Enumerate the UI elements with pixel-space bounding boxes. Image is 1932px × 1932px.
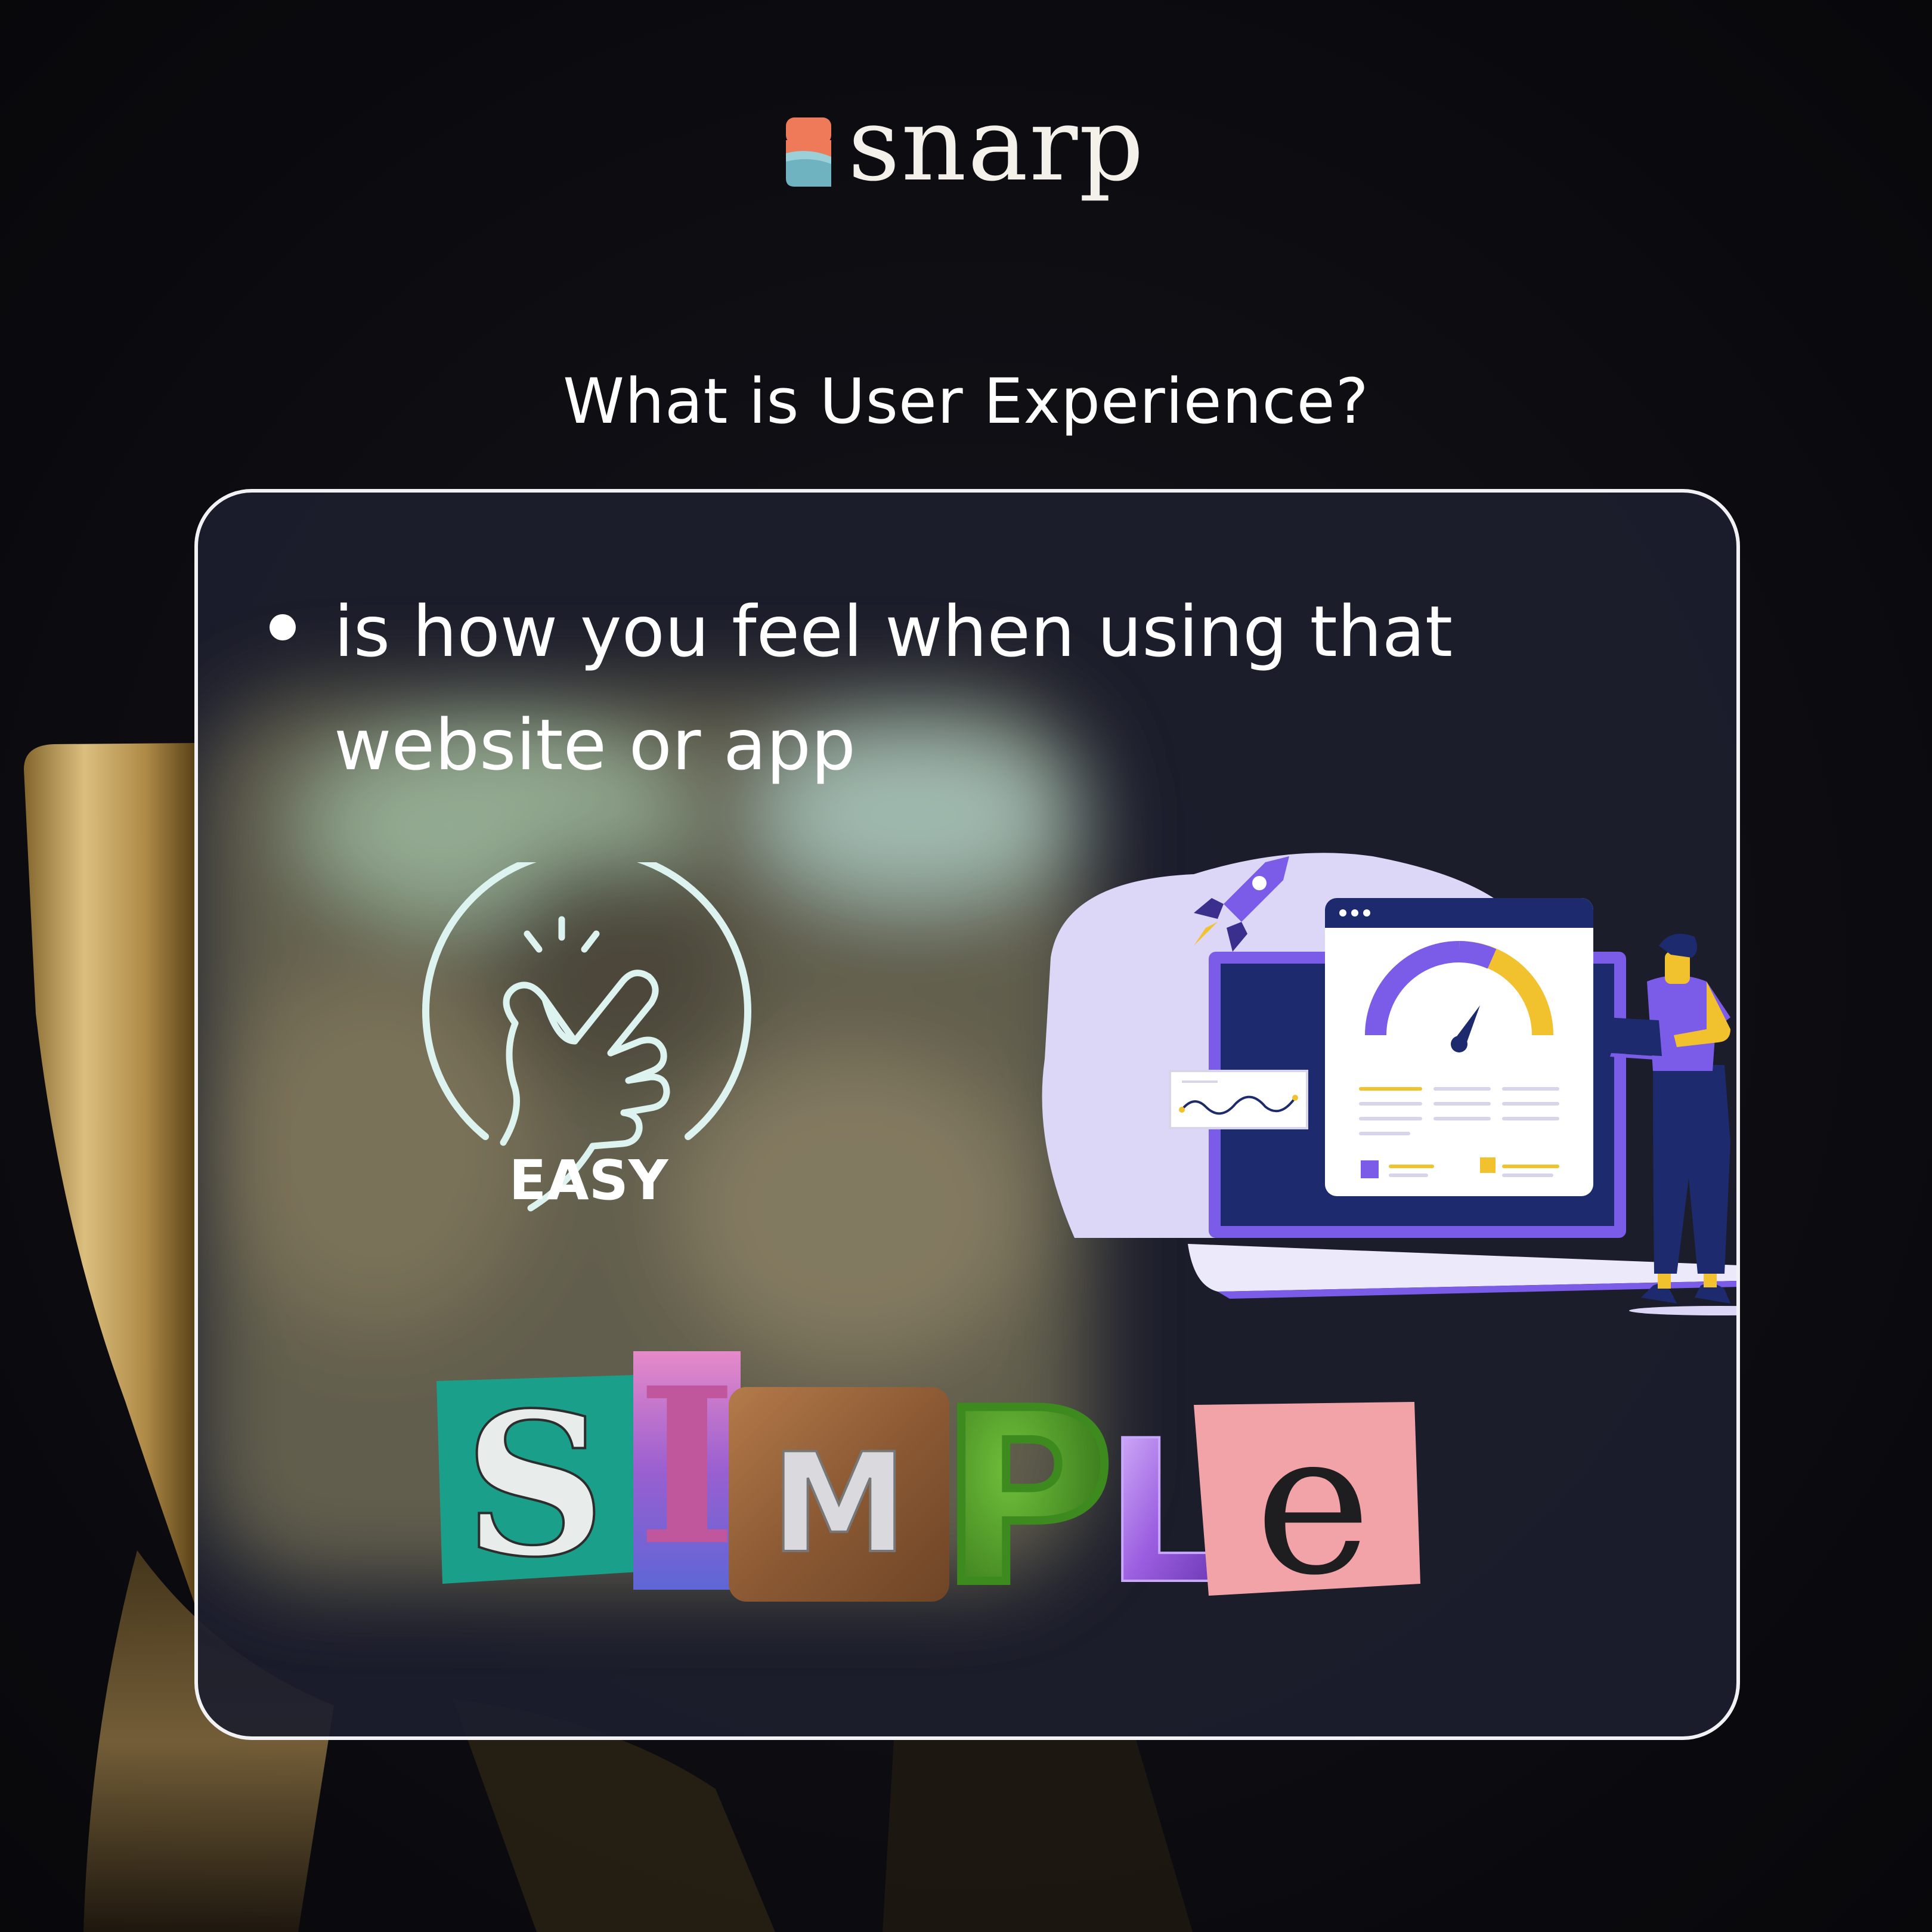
page-title: What is User Experience? <box>563 365 1369 438</box>
word-art-letter-m: M <box>771 1425 908 1584</box>
word-art-letter-s: S <box>464 1369 606 1600</box>
bullet-text: is how you feel when using that website … <box>334 590 1453 786</box>
brand-logo: snarp <box>786 94 1145 203</box>
easy-badge-label: EASY <box>509 1148 668 1212</box>
content-card: is how you feel when using that website … <box>194 489 1740 1740</box>
letter-i-tile: I <box>633 1345 741 1593</box>
letter-p-fur: P <box>935 1356 1118 1608</box>
letter-m-tile: M <box>729 1387 949 1602</box>
word-art-letter-i: I <box>637 1345 737 1593</box>
letter-s-tile: S <box>436 1368 639 1602</box>
snarp-logo-mark-icon <box>786 117 831 187</box>
brand-name: snarp <box>848 86 1145 204</box>
bullet-point <box>270 614 296 640</box>
word-art-letter-e: e <box>1255 1389 1371 1608</box>
simple-word-art: S I M P L e <box>436 1345 1420 1608</box>
word-art-letter-p: P <box>939 1360 1114 1608</box>
dashboard-performance-illustration <box>1042 853 1736 1315</box>
letter-e-tile: e <box>1194 1389 1420 1608</box>
